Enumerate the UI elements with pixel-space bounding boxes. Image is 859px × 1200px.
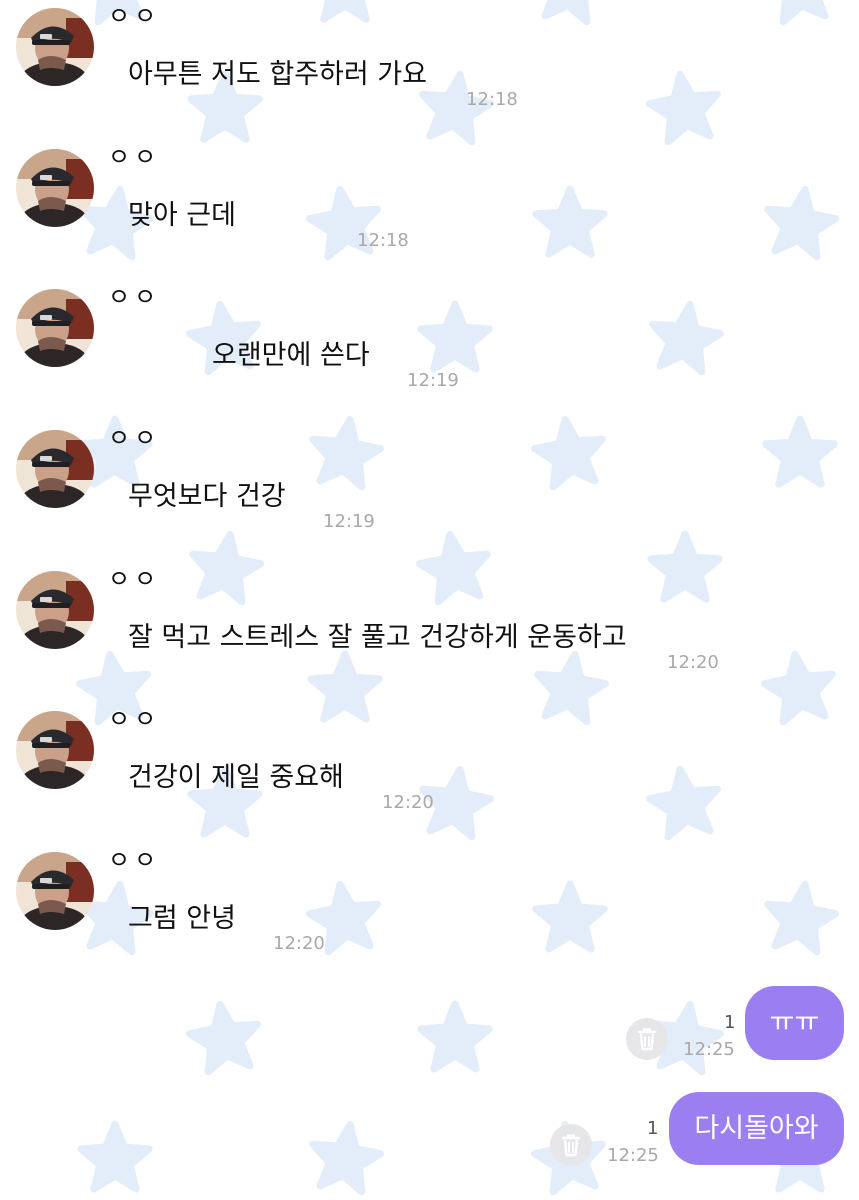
avatar-picture xyxy=(16,8,94,86)
sender-name: ㅇㅇ xyxy=(108,424,161,452)
trash-icon xyxy=(637,1028,657,1051)
avatar[interactable] xyxy=(16,571,94,649)
incoming-message: ㅇㅇ 건강이 제일 중요해 12:20 xyxy=(0,703,859,843)
incoming-message: ㅇㅇ 무엇보다 건강 12:19 xyxy=(0,422,859,562)
avatar[interactable] xyxy=(16,711,94,789)
message-time: 12:25 xyxy=(607,1145,659,1166)
message-time: 12:18 xyxy=(466,89,518,110)
message-time: 12:20 xyxy=(667,652,719,673)
outgoing-message-bubble[interactable]: 다시돌아와 xyxy=(669,1092,844,1165)
unread-count: 1 xyxy=(724,1012,736,1033)
avatar-picture xyxy=(16,571,94,649)
incoming-message: ㅇㅇ 그럼 안녕 12:20 xyxy=(0,844,859,984)
message-text[interactable]: 건강이 제일 중요해 xyxy=(128,755,344,794)
message-text[interactable]: 잘 먹고 스트레스 잘 풀고 건강하게 운동하고 xyxy=(128,615,627,654)
avatar-picture xyxy=(16,711,94,789)
message-text[interactable]: 맞아 근데 xyxy=(128,193,236,232)
unread-count: 1 xyxy=(647,1118,659,1139)
avatar-picture xyxy=(16,289,94,367)
trash-icon xyxy=(561,1134,581,1157)
message-text[interactable]: 오랜만에 쓴다 xyxy=(212,333,370,372)
sender-name: ㅇㅇ xyxy=(108,143,161,171)
message-time: 12:20 xyxy=(273,933,325,954)
sender-name: ㅇㅇ xyxy=(108,565,161,593)
delete-message-button[interactable] xyxy=(626,1018,668,1060)
message-time: 12:18 xyxy=(357,230,409,251)
avatar-picture xyxy=(16,149,94,227)
star-shape xyxy=(77,1120,153,1193)
incoming-message: ㅇㅇ 잘 먹고 스트레스 잘 풀고 건강하게 운동하고 12:20 xyxy=(0,563,859,703)
sender-name: ㅇㅇ xyxy=(108,705,161,733)
avatar-picture xyxy=(16,852,94,930)
avatar-picture xyxy=(16,430,94,508)
sender-name: ㅇㅇ xyxy=(108,283,161,311)
star-shape xyxy=(309,1120,384,1196)
outgoing-message-bubble[interactable]: ㅠㅠ xyxy=(745,986,844,1060)
message-text[interactable]: 아무튼 저도 합주하러 가요 xyxy=(128,52,427,91)
avatar[interactable] xyxy=(16,8,94,86)
incoming-message: ㅇㅇ 아무튼 저도 합주하러 가요 12:18 xyxy=(0,0,859,140)
message-text[interactable]: 그럼 안녕 xyxy=(128,896,236,935)
avatar[interactable] xyxy=(16,289,94,367)
incoming-message: ㅇㅇ 맞아 근데 12:18 xyxy=(0,141,859,281)
incoming-message: ㅇㅇ 오랜만에 쓴다 12:19 xyxy=(0,281,859,421)
message-time: 12:20 xyxy=(382,792,434,813)
message-time: 12:19 xyxy=(323,511,375,532)
sender-name: ㅇㅇ xyxy=(108,2,161,30)
message-time: 12:25 xyxy=(683,1039,735,1060)
avatar[interactable] xyxy=(16,852,94,930)
star-shape xyxy=(417,1000,493,1073)
message-text[interactable]: 무엇보다 건강 xyxy=(128,474,286,513)
avatar[interactable] xyxy=(16,430,94,508)
avatar[interactable] xyxy=(16,149,94,227)
message-time: 12:19 xyxy=(407,370,459,391)
sender-name: ㅇㅇ xyxy=(108,846,161,874)
delete-message-button[interactable] xyxy=(550,1124,592,1166)
star-shape xyxy=(186,1000,261,1076)
